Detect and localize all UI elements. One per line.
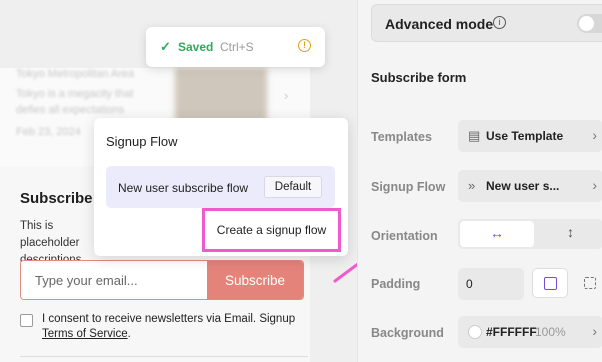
toast-shortcut: Ctrl+S: [220, 40, 254, 54]
divider: [20, 356, 308, 357]
info-icon[interactable]: i: [493, 16, 506, 29]
padding-label: Padding: [371, 277, 421, 291]
consent-end: .: [127, 328, 131, 340]
section-title: Subscribe form: [371, 70, 467, 85]
toggle-knob: [579, 16, 594, 31]
signup-flow-value: New user s...: [486, 179, 560, 193]
background-color-select[interactable]: #FFFFFF 100% ›: [458, 316, 602, 348]
chevron-right-icon: ›: [284, 88, 289, 103]
settings-panel: Advanced mode i Subscribe form Templates…: [357, 0, 602, 362]
signup-flow-option[interactable]: New user subscribe flow Default: [106, 166, 335, 208]
email-form: Subscribe: [20, 260, 304, 300]
chevron-right-icon: ›: [592, 127, 597, 143]
advanced-mode-label: Advanced mode: [385, 16, 494, 32]
email-input[interactable]: [21, 261, 207, 299]
terms-of-service-link[interactable]: Terms of Service: [42, 328, 128, 340]
create-signup-flow-button[interactable]: Create a signup flow: [202, 208, 341, 252]
signup-flow-option-label: New user subscribe flow: [118, 181, 249, 195]
template-icon: ▤: [468, 128, 481, 143]
square-icon: [544, 277, 557, 290]
padding-value: 0: [466, 277, 473, 291]
advanced-mode-toggle[interactable]: [577, 14, 602, 33]
blurred-text: defies all expectations: [16, 104, 125, 116]
templates-select[interactable]: ▤ Use Template ›: [458, 120, 602, 152]
warning-icon[interactable]: !: [298, 39, 311, 52]
chevron-right-icon: ›: [592, 177, 597, 193]
color-swatch: [468, 325, 482, 339]
signup-flow-popover: Signup Flow New user subscribe flow Defa…: [94, 118, 348, 256]
background-label: Background: [371, 326, 444, 340]
signup-flow-label: Signup Flow: [371, 180, 446, 194]
subscribe-button[interactable]: Subscribe: [207, 261, 303, 299]
vertical-arrows-icon[interactable]: ↕: [567, 224, 574, 240]
blurred-text: Feb 23, 2024: [16, 126, 81, 138]
subscribe-title: Subscribe: [20, 190, 93, 207]
saved-toast: ✓ Saved Ctrl+S !: [146, 27, 325, 67]
toast-status: Saved: [178, 40, 214, 54]
default-badge[interactable]: Default: [264, 176, 322, 198]
chevron-right-icon: ›: [592, 323, 597, 339]
signup-flow-select[interactable]: » New user s... ›: [458, 170, 602, 202]
padding-uniform-button[interactable]: [532, 268, 568, 298]
padding-input[interactable]: 0: [458, 268, 524, 300]
blurred-text: Tokyo is a megacity that: [16, 88, 134, 100]
templates-label: Templates: [371, 130, 432, 144]
consent-text: I consent to receive newsletters via Ema…: [42, 312, 310, 342]
orientation-segmented-control: ↔: [458, 219, 602, 249]
templates-value: Use Template: [486, 129, 564, 143]
double-chevron-icon: »: [468, 178, 476, 193]
advanced-mode-row: Advanced mode i: [371, 4, 602, 42]
background-hex: #FFFFFF: [486, 325, 537, 339]
consent-label: I consent to receive newsletters via Ema…: [42, 313, 296, 325]
horizontal-arrows-icon[interactable]: ↔: [460, 221, 534, 247]
popover-title: Signup Flow: [106, 134, 178, 149]
blurred-text: Tokyo Metropolitan Area: [16, 68, 135, 80]
dashed-square-icon: [584, 277, 596, 289]
orientation-label: Orientation: [371, 229, 438, 243]
background-opacity: 100%: [535, 325, 566, 339]
check-icon: ✓: [160, 39, 171, 54]
consent-checkbox[interactable]: [20, 314, 33, 327]
padding-individual-button[interactable]: [580, 268, 602, 298]
